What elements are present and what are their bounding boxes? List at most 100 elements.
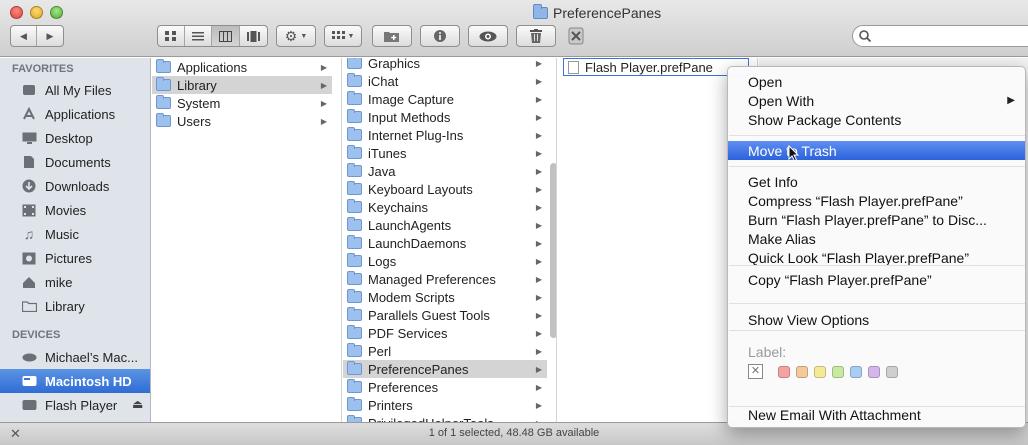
search-field[interactable] xyxy=(852,25,1028,47)
column-row[interactable]: Preferences ▶ xyxy=(343,378,547,396)
column-row[interactable]: Internet Plug-Ins ▶ xyxy=(343,126,547,144)
disclosure-arrow-icon: ▶ xyxy=(535,400,542,410)
delete-button[interactable] xyxy=(517,26,555,46)
menu-item-label: Get Info xyxy=(748,173,798,190)
menu-item-compress-flash-player-prefpane[interactable]: Compress “Flash Player.prefPane” xyxy=(728,191,1025,210)
get-info-button[interactable] xyxy=(421,26,459,46)
menu-item-show-view-options[interactable]: Show View Options xyxy=(728,310,1025,329)
sidebar-item-documents[interactable]: Documents xyxy=(0,150,150,174)
folder-icon xyxy=(156,95,171,109)
folder-icon xyxy=(347,199,362,213)
column-row[interactable]: LaunchDaemons ▶ xyxy=(343,234,547,252)
label-color-swatch[interactable] xyxy=(796,366,808,378)
arrange-menu-button[interactable]: ▼ xyxy=(325,26,361,46)
sidebar-item-pictures[interactable]: Pictures xyxy=(0,246,150,270)
label-color-swatch[interactable] xyxy=(868,366,880,378)
sidebar-item-downloads[interactable]: Downloads xyxy=(0,174,150,198)
folder-icon xyxy=(347,109,362,123)
column-row[interactable]: System ▶ xyxy=(152,94,332,112)
column-row[interactable]: Users ▶ xyxy=(152,112,332,130)
sidebar-item-applications[interactable]: Applications xyxy=(0,102,150,126)
column-row[interactable]: Java ▶ xyxy=(343,162,547,180)
column-row[interactable]: Managed Preferences ▶ xyxy=(343,270,547,288)
sidebar-item-macintosh-hd[interactable]: Macintosh HD xyxy=(0,369,150,393)
column-row[interactable]: Logs ▶ xyxy=(343,252,547,270)
arrange-icon xyxy=(331,31,345,39)
column-row[interactable]: PDF Services ▶ xyxy=(343,324,547,342)
column-row[interactable]: Applications ▶ xyxy=(152,58,332,76)
info-icon xyxy=(434,30,446,42)
action-menu-button[interactable]: ⚙ ▼ xyxy=(277,26,315,46)
label-color-swatch[interactable] xyxy=(778,366,790,378)
column-row[interactable]: Modem Scripts ▶ xyxy=(343,288,547,306)
back-arrow-icon: ◀ xyxy=(20,30,27,41)
icon-view-button[interactable] xyxy=(158,26,185,46)
label-color-swatch[interactable] xyxy=(832,366,844,378)
column-row-label: Keychains xyxy=(368,199,428,215)
column-view-button[interactable] xyxy=(212,26,240,46)
sidebar-item-all-my-files[interactable]: All My Files xyxy=(0,78,150,102)
column-view-icon xyxy=(219,30,232,42)
column-row-label: Image Capture xyxy=(368,91,454,107)
column-row[interactable]: LaunchAgents ▶ xyxy=(343,216,547,234)
column-row-label: Applications xyxy=(177,59,248,75)
column-row[interactable]: Input Methods ▶ xyxy=(343,108,547,126)
column-row[interactable]: Library ▶ xyxy=(152,76,332,94)
column-row[interactable]: iTunes ▶ xyxy=(343,144,547,162)
disclosure-arrow-icon: ▶ xyxy=(535,328,542,338)
quick-look-button[interactable] xyxy=(469,26,507,46)
column-row[interactable]: Perl ▶ xyxy=(343,342,547,360)
forward-button[interactable]: ▶ xyxy=(37,26,63,46)
menu-item-make-alias[interactable]: Make Alias xyxy=(728,229,1025,248)
column-row[interactable]: Keychains ▶ xyxy=(343,198,547,216)
column-row[interactable]: Printers ▶ xyxy=(343,396,547,414)
column-row[interactable]: Image Capture ▶ xyxy=(343,90,547,108)
label-color-swatch[interactable] xyxy=(814,366,826,378)
column-row[interactable]: PreferencePanes ▶ xyxy=(343,360,547,378)
title-bar: PreferencePanes ◀ ▶ ⚙ ▼ ▼ xyxy=(0,0,1028,57)
column-scrollbar[interactable] xyxy=(550,163,556,338)
back-button[interactable]: ◀ xyxy=(11,26,37,46)
menu-item-open-with[interactable]: Open With ▶ xyxy=(728,91,1025,110)
label-color-swatch[interactable] xyxy=(850,366,862,378)
column-row-label: Library xyxy=(177,77,217,93)
column-row[interactable]: Parallels Guest Tools ▶ xyxy=(343,306,547,324)
sidebar-item-mike[interactable]: mike xyxy=(0,270,150,294)
menu-item-show-package-contents[interactable]: Show Package Contents xyxy=(728,110,1025,129)
column-row[interactable]: PrivilegedHelperTools▶ xyxy=(343,414,547,422)
menu-item-get-info[interactable]: Get Info xyxy=(728,172,1025,191)
column-row[interactable]: iChat ▶ xyxy=(343,72,547,90)
list-view-button[interactable] xyxy=(185,26,212,46)
zoom-button[interactable] xyxy=(50,6,63,19)
menu-item-copy-flash-player-prefpane[interactable]: Copy “Flash Player.prefPane” xyxy=(728,270,1025,289)
column-row[interactable]: Keyboard Layouts ▶ xyxy=(343,180,547,198)
label-heading: Label: xyxy=(748,343,787,360)
column-row[interactable]: Graphics ▶ xyxy=(343,58,547,72)
coverflow-view-button[interactable] xyxy=(240,26,267,46)
sidebar-item-label: All My Files xyxy=(45,82,112,98)
sidebar-item-music[interactable]: ♫ Music xyxy=(0,222,150,246)
sidebar-item-movies[interactable]: Movies xyxy=(0,198,150,222)
sidebar-item-computer[interactable]: Michael’s Mac... xyxy=(0,345,150,369)
menu-item-open[interactable]: Open xyxy=(728,72,1025,91)
sidebar-item-label: Downloads xyxy=(45,178,110,194)
menu-item-move-to-trash[interactable]: Move to Trash xyxy=(728,141,1025,160)
close-button[interactable] xyxy=(10,6,23,19)
window-title-text: PreferencePanes xyxy=(553,5,662,21)
minimize-button[interactable] xyxy=(30,6,43,19)
sidebar-item-desktop[interactable]: Desktop xyxy=(0,126,150,150)
utility-tool-icon[interactable] xyxy=(564,24,588,48)
coverflow-view-icon xyxy=(247,30,260,42)
eject-icon[interactable]: ⏏ xyxy=(132,397,143,411)
column-row-label: Parallels Guest Tools xyxy=(368,307,490,323)
sidebar-item-library[interactable]: Library xyxy=(0,294,150,318)
label-color-swatch[interactable] xyxy=(886,366,898,378)
sidebar-item-flash-player[interactable]: Flash Player ⏏ xyxy=(0,393,150,417)
menu-item-burn-flash-player-prefpane-to-disc[interactable]: Burn “Flash Player.prefPane” to Disc... xyxy=(728,210,1025,229)
new-folder-button[interactable] xyxy=(373,26,411,46)
no-label-swatch[interactable]: ✕ xyxy=(748,364,763,379)
file-item-flash-player-prefpane[interactable]: Flash Player.prefPane xyxy=(563,58,749,76)
sidebar-item-label: Music xyxy=(45,226,79,242)
menu-item-new-email-with-attachment[interactable]: New Email With Attachment xyxy=(728,405,1025,424)
disclosure-arrow-icon: ▶ xyxy=(535,76,542,86)
